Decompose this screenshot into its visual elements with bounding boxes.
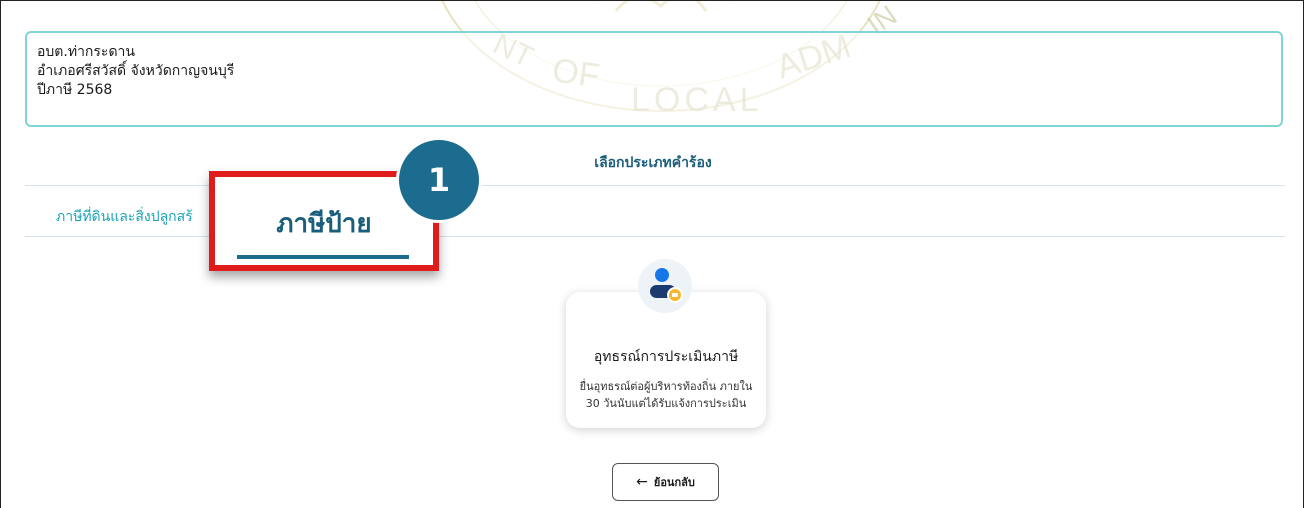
district-province: อำเภอศรีสวัสดิ์ จังหวัดกาญจนบุรี [37, 63, 235, 79]
card-description: ยื่นอุทธรณ์ต่อผู้บริหารท้องถิ่น ภายใน 30… [566, 378, 766, 412]
card-title: อุทธรณ์การประเมินภาษี [593, 349, 739, 365]
card-desc-line1: ยื่นอุทธรณ์ต่อผู้บริหารท้องถิ่น ภายใน [579, 380, 753, 393]
tab-land-building-tax[interactable]: ภาษีที่ดินและสิ่งปลูกสร้ [56, 206, 193, 228]
person-badge-icon [638, 259, 692, 313]
tax-year: ปีภาษี 2568 [37, 82, 113, 98]
page-frame: NT OF LOCAL ADM IN อบต.ท่ากระดาน อำเภอศร… [0, 0, 1304, 508]
back-button[interactable]: ← ย้อนกลับ [612, 463, 719, 501]
card-desc-line2: 30 วันนับแต่ได้รับแจ้งการประเมิน [585, 397, 747, 410]
tax-info-box: อบต.ท่ากระดาน อำเภอศรีสวัสดิ์ จังหวัดกาญ… [25, 31, 1283, 127]
section-title: เลือกประเภทคำร้อง [594, 155, 712, 171]
org-name: อบต.ท่ากระดาน [37, 44, 135, 60]
active-tab-indicator [237, 255, 409, 259]
tab-sign-tax[interactable]: ภาษีป้าย [215, 203, 433, 244]
arrow-left-icon: ← [636, 474, 648, 490]
step-number-badge: 1 [396, 137, 482, 223]
back-button-label: ย้อนกลับ [653, 476, 695, 489]
